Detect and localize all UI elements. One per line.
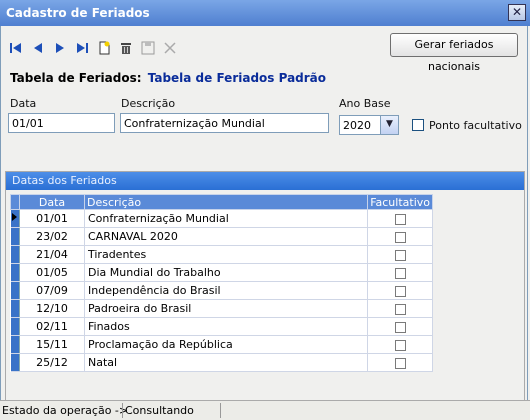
cancel-record-icon <box>163 41 177 55</box>
table-row[interactable]: 01/01 Confraternização Mundial <box>10 209 433 228</box>
row-facultativo[interactable] <box>367 353 433 372</box>
col-descricao-header[interactable]: Descrição <box>83 194 369 210</box>
tabela-label: Tabela de Feriados: <box>10 71 142 85</box>
window-body: Gerar feriados nacionais Tabela de Feria… <box>0 26 528 404</box>
close-button[interactable]: ✕ <box>508 4 526 21</box>
row-descricao[interactable]: CARNAVAL 2020 <box>84 227 369 246</box>
facultativo-checkbox[interactable] <box>394 213 406 225</box>
tabela-feriados: Tabela de Feriados: Tabela de Feriados P… <box>10 71 326 85</box>
next-record-icon[interactable] <box>53 41 67 55</box>
facultativo-checkbox[interactable] <box>394 339 406 351</box>
table-row[interactable]: 07/09 Independência do Brasil <box>10 281 433 300</box>
navigation-toolbar <box>9 38 177 58</box>
table-row[interactable]: 01/05 Dia Mundial do Trabalho <box>10 263 433 282</box>
row-descricao[interactable]: Tiradentes <box>84 245 369 264</box>
data-label: Data <box>10 97 37 110</box>
prior-record-icon[interactable] <box>31 41 45 55</box>
status-value: Consultando <box>125 404 194 417</box>
new-record-icon[interactable] <box>97 41 111 55</box>
group-title: Datas dos Feriados <box>6 172 524 190</box>
row-data[interactable]: 01/05 <box>19 263 85 282</box>
last-record-icon[interactable] <box>75 41 89 55</box>
title-bar: Cadastro de Feriados ✕ <box>0 0 530 26</box>
row-data[interactable]: 15/11 <box>19 335 85 354</box>
facultativo-checkbox[interactable] <box>394 231 406 243</box>
row-descricao[interactable]: Proclamação da República <box>84 335 369 354</box>
descricao-label: Descrição <box>121 97 176 110</box>
first-record-icon[interactable] <box>9 41 23 55</box>
data-input[interactable]: 01/01 <box>8 113 115 133</box>
facultativo-checkbox[interactable] <box>394 357 406 369</box>
feriados-grid: Data Descrição Facultativo 01/01 Confrate… <box>10 194 433 372</box>
row-facultativo[interactable] <box>367 335 433 354</box>
gerar-feriados-button[interactable]: Gerar feriados nacionais <box>390 33 518 73</box>
table-row[interactable]: 21/04 Tiradentes <box>10 245 433 264</box>
indicator-header <box>10 194 20 210</box>
row-descricao[interactable]: Padroeira do Brasil <box>84 299 369 318</box>
facultativo-checkbox[interactable] <box>394 303 406 315</box>
window-title: Cadastro de Feriados <box>6 6 150 20</box>
ano-base-select[interactable]: 2020 ▼ <box>339 115 399 135</box>
table-row[interactable]: 02/11 Finados <box>10 317 433 336</box>
row-data[interactable]: 21/04 <box>19 245 85 264</box>
col-data-header[interactable]: Data <box>19 194 85 210</box>
row-indicator-icon <box>10 209 20 228</box>
ano-base-label: Ano Base <box>339 97 391 110</box>
row-data[interactable]: 01/01 <box>19 209 85 228</box>
row-facultativo[interactable] <box>367 209 433 228</box>
save-record-icon <box>141 41 155 55</box>
row-facultativo[interactable] <box>367 299 433 318</box>
ponto-facultativo-checkbox[interactable] <box>412 119 424 131</box>
ponto-facultativo-label: Ponto facultativo <box>429 119 522 132</box>
row-descricao[interactable]: Finados <box>84 317 369 336</box>
facultativo-checkbox[interactable] <box>394 249 406 261</box>
row-data[interactable]: 07/09 <box>19 281 85 300</box>
row-descricao[interactable]: Natal <box>84 353 369 372</box>
facultativo-checkbox[interactable] <box>394 321 406 333</box>
table-row[interactable]: 23/02 CARNAVAL 2020 <box>10 227 433 246</box>
descricao-input[interactable]: Confraternização Mundial <box>120 113 329 133</box>
col-facultativo-header[interactable]: Facultativo <box>367 194 433 210</box>
row-data[interactable]: 12/10 <box>19 299 85 318</box>
delete-record-icon[interactable] <box>119 41 133 55</box>
row-data[interactable]: 25/12 <box>19 353 85 372</box>
row-descricao[interactable]: Dia Mundial do Trabalho <box>84 263 369 282</box>
row-facultativo[interactable] <box>367 227 433 246</box>
table-row[interactable]: 12/10 Padroeira do Brasil <box>10 299 433 318</box>
datas-feriados-group: Datas dos Feriados Data Descrição Facult… <box>5 171 525 404</box>
chevron-down-icon[interactable]: ▼ <box>380 116 398 134</box>
table-row[interactable]: 25/12 Natal <box>10 353 433 372</box>
status-label: Estado da operação -> <box>2 404 129 417</box>
row-descricao[interactable]: Independência do Brasil <box>84 281 369 300</box>
facultativo-checkbox[interactable] <box>394 285 406 297</box>
tabela-name: Tabela de Feriados Padrão <box>147 71 327 85</box>
row-facultativo[interactable] <box>367 263 433 282</box>
row-facultativo[interactable] <box>367 245 433 264</box>
facultativo-checkbox[interactable] <box>394 267 406 279</box>
status-bar: Estado da operação -> Consultando <box>0 400 530 420</box>
table-row[interactable]: 15/11 Proclamação da República <box>10 335 433 354</box>
ano-base-value: 2020 <box>343 119 371 132</box>
row-descricao[interactable]: Confraternização Mundial <box>84 209 369 228</box>
row-facultativo[interactable] <box>367 317 433 336</box>
row-facultativo[interactable] <box>367 281 433 300</box>
row-data[interactable]: 02/11 <box>19 317 85 336</box>
row-data[interactable]: 23/02 <box>19 227 85 246</box>
